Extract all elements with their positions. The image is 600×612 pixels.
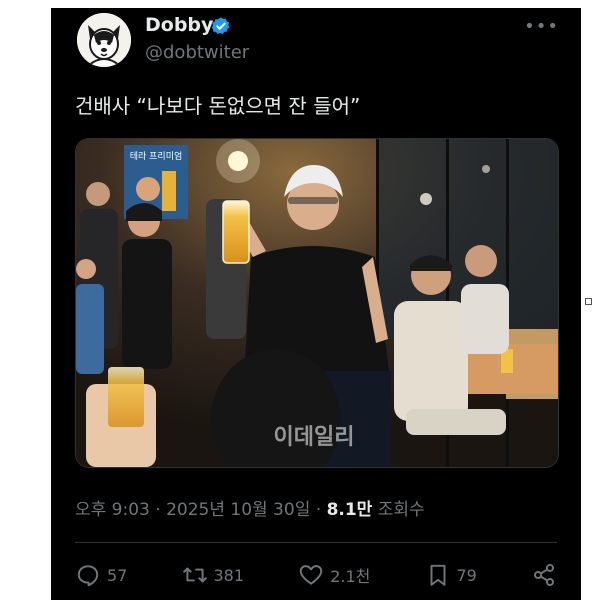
views-count: 8.1만	[326, 500, 373, 520]
tweet-time[interactable]: 오후 9:03	[75, 500, 150, 520]
meta-separator-2: ·	[310, 500, 327, 520]
author-name[interactable]: Dobby	[145, 14, 213, 36]
tweet-photo[interactable]: 테라 프리미엄 이데일리	[75, 138, 559, 468]
action-bar: 57 381 2.1천 79	[75, 560, 557, 590]
avatar[interactable]	[77, 13, 131, 67]
like-count: 2.1천	[330, 567, 371, 586]
meta-separator: ·	[149, 500, 167, 520]
share-icon	[534, 563, 554, 587]
watermark-text: 이데일리	[274, 425, 355, 450]
tweet-meta: 오후 9:03 · 2025년 10월 30일 · 8.1만 조회수	[75, 495, 425, 520]
repost-button[interactable]: 381	[182, 562, 245, 588]
tweet-card: Dobby @dobtwiter ••• 건배사 “나보다 돈없으면 잔 들어”	[51, 8, 581, 600]
tweet-date[interactable]: 2025년 10월 30일	[166, 500, 310, 520]
more-options-icon[interactable]: •••	[524, 16, 559, 37]
dog-avatar-icon	[77, 13, 131, 67]
heart-icon	[299, 565, 323, 585]
repost-icon	[182, 567, 207, 583]
like-button[interactable]: 2.1천	[298, 562, 370, 588]
bookmark-icon	[430, 564, 445, 586]
divider	[75, 542, 557, 543]
bookmark-button[interactable]: 79	[425, 562, 477, 588]
poster-text: 테라 프리미엄	[130, 150, 183, 162]
reply-button[interactable]: 57	[75, 562, 127, 588]
tweet-text: 건배사 “나보다 돈없으면 잔 들어”	[75, 94, 361, 118]
author-handle[interactable]: @dobtwiter	[145, 42, 249, 63]
repost-count: 381	[213, 565, 245, 585]
verified-badge-icon	[211, 17, 230, 34]
scrollbar-marker	[585, 298, 592, 305]
bookmark-count: 79	[456, 565, 477, 585]
views-label: 조회수	[377, 500, 425, 520]
share-button[interactable]	[531, 562, 557, 588]
reply-count: 57	[107, 565, 128, 585]
reply-icon	[77, 565, 99, 587]
party-photo-image: 테라 프리미엄 이데일리	[76, 139, 558, 467]
